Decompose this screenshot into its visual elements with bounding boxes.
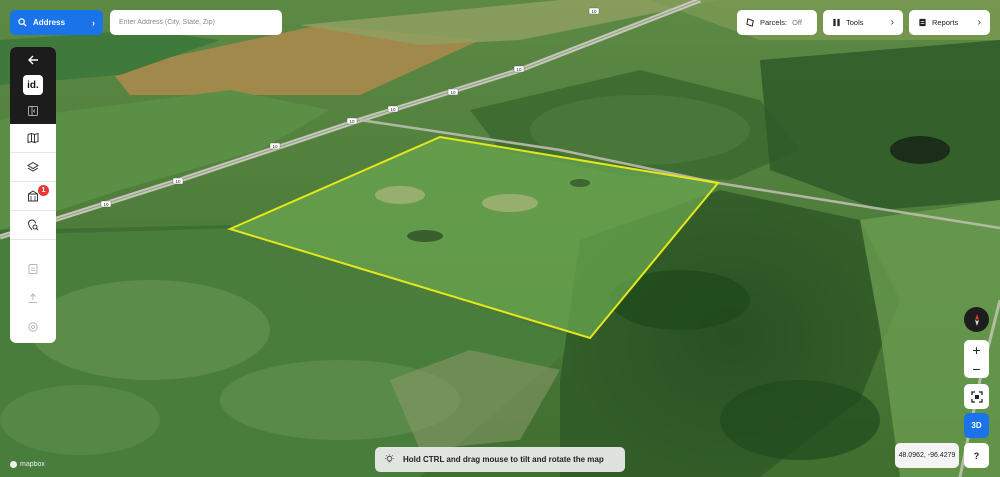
tools-button[interactable]: Tools › bbox=[823, 10, 903, 35]
layers-icon bbox=[27, 161, 39, 172]
parcel-icon bbox=[746, 18, 754, 27]
map-attribution[interactable]: mapbox bbox=[10, 461, 45, 468]
road-shield: 10 bbox=[269, 142, 281, 150]
road-shield-label: 10 bbox=[272, 144, 278, 149]
zoom-in-button[interactable]: + bbox=[964, 340, 989, 359]
road-shield-label: 10 bbox=[591, 9, 597, 14]
parcels-label: Parcels: bbox=[760, 18, 788, 27]
parcels-state: Off bbox=[792, 18, 802, 27]
panel-collapse-icon bbox=[28, 105, 38, 116]
tools-icon bbox=[833, 18, 840, 27]
sidebar-header: id. bbox=[10, 47, 56, 124]
satellite-map[interactable]: 10 10 10 10 10 10 10 10 bbox=[0, 0, 1000, 477]
mapbox-logo-icon bbox=[10, 461, 17, 468]
logo-icon: id. bbox=[23, 75, 43, 95]
chevron-right-icon: › bbox=[890, 17, 894, 28]
sidebar-item-layers[interactable] bbox=[10, 153, 56, 182]
sidebar-item-buildings[interactable]: 1 bbox=[10, 182, 56, 211]
brand-logo[interactable]: id. bbox=[10, 72, 56, 98]
back-button[interactable] bbox=[10, 47, 56, 72]
sidebar-item-document[interactable] bbox=[10, 254, 56, 283]
document-icon bbox=[28, 263, 38, 274]
focus-frame-icon bbox=[970, 390, 983, 403]
lightbulb-icon bbox=[384, 454, 395, 463]
tilt-rotate-hint: Hold CTRL and drag mouse to tilt and rot… bbox=[375, 447, 625, 472]
attribution-text: mapbox bbox=[20, 461, 45, 468]
address-search-input[interactable] bbox=[110, 10, 282, 35]
road-shield: 10 bbox=[346, 117, 358, 125]
sidebar-item-settings[interactable] bbox=[10, 312, 56, 341]
road-shield-label: 10 bbox=[450, 90, 456, 95]
chevron-right-icon: › bbox=[977, 17, 981, 28]
road-shield: 10 bbox=[447, 88, 459, 96]
road-shield-label: 10 bbox=[516, 67, 522, 72]
toggle-3d-button[interactable]: 3D bbox=[964, 413, 989, 438]
road-shield-label: 10 bbox=[103, 202, 109, 207]
arrow-left-icon bbox=[28, 55, 38, 64]
help-button[interactable]: ? bbox=[964, 443, 989, 468]
sidebar-item-location-search[interactable] bbox=[10, 211, 56, 240]
road-shield-label: 10 bbox=[349, 119, 355, 124]
coordinates-readout: 48.0962, -96.4279 bbox=[895, 443, 959, 468]
settings-icon bbox=[28, 321, 38, 332]
hint-text: Hold CTRL and drag mouse to tilt and rot… bbox=[403, 455, 604, 464]
zoom-control: + − bbox=[964, 340, 989, 378]
parcels-toggle-button[interactable]: Parcels: Off bbox=[737, 10, 817, 35]
location-search-icon bbox=[27, 219, 39, 231]
left-sidebar: id. 1 bbox=[10, 47, 56, 343]
compass-button[interactable] bbox=[964, 307, 989, 332]
road-shield-label: 10 bbox=[175, 179, 181, 184]
upload-icon bbox=[29, 292, 37, 303]
sidebar-item-map[interactable] bbox=[10, 124, 56, 153]
road-shield: 10 bbox=[100, 200, 112, 208]
map-icon bbox=[27, 132, 39, 144]
report-icon bbox=[919, 18, 926, 27]
road-shield: 10 bbox=[387, 105, 399, 113]
collapse-panel-button[interactable] bbox=[10, 98, 56, 123]
tools-label: Tools bbox=[846, 18, 864, 27]
address-button-label: Address bbox=[33, 18, 66, 27]
road-shield: 10 bbox=[588, 7, 600, 15]
chevron-right-icon: › bbox=[92, 17, 95, 28]
notification-badge: 1 bbox=[38, 185, 49, 196]
compass-icon bbox=[974, 313, 979, 326]
sidebar-item-upload[interactable] bbox=[10, 283, 56, 312]
fit-bounds-button[interactable] bbox=[964, 384, 989, 409]
zoom-out-button[interactable]: − bbox=[964, 359, 989, 378]
reports-button[interactable]: Reports › bbox=[909, 10, 990, 35]
search-icon bbox=[18, 18, 27, 27]
road-shield-label: 10 bbox=[390, 107, 396, 112]
road-shield: 10 bbox=[513, 65, 525, 73]
road-shield: 10 bbox=[172, 177, 184, 185]
reports-label: Reports bbox=[932, 18, 959, 27]
address-search-mode-button[interactable]: Address › bbox=[10, 10, 103, 35]
